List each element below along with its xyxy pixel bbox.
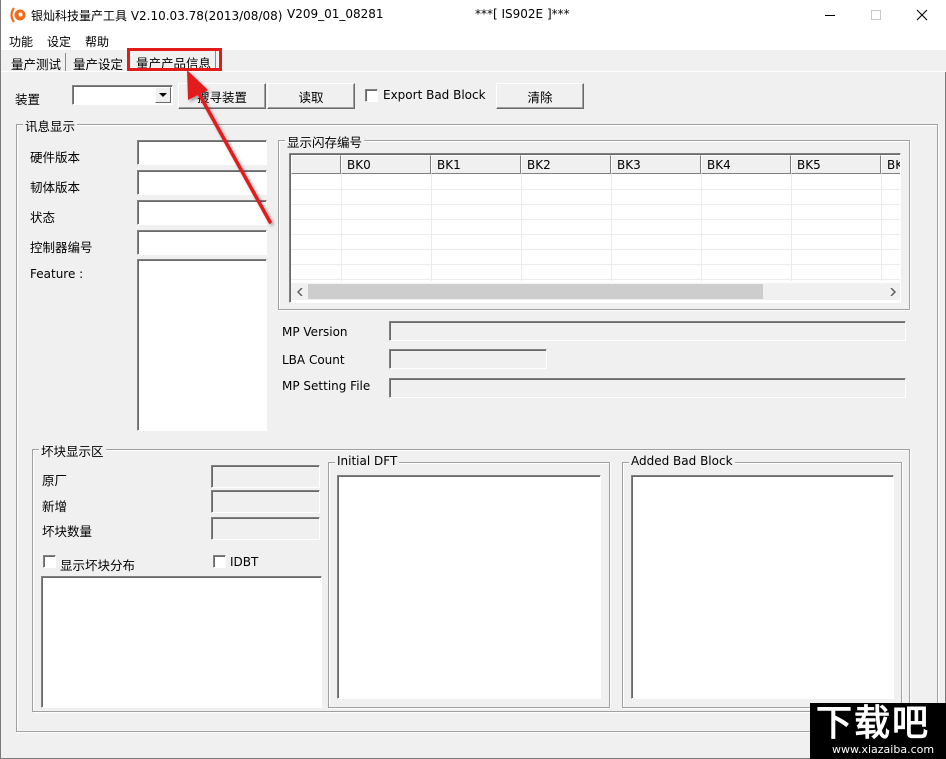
title-bar: 银灿科技量产工具 V2.10.03.78(2013/08/08) V209_01… — [1, 0, 946, 30]
bad-count-label: 坏块数量 — [42, 524, 93, 539]
export-bad-block-label: Export Bad Block — [383, 88, 486, 102]
idbt-checkbox[interactable] — [213, 555, 226, 568]
device-combo[interactable] — [72, 85, 173, 105]
minimize-button[interactable] — [807, 0, 853, 30]
grid-column-line — [341, 174, 342, 281]
clear-button[interactable]: 清除 — [496, 83, 584, 109]
controller-id-label: 控制器编号 — [30, 240, 93, 255]
bad-count-field — [211, 517, 320, 540]
grid-row[interactable] — [291, 265, 900, 280]
grid-column-line — [791, 174, 792, 281]
status-label: 状态 — [30, 210, 56, 225]
initial-dft-list[interactable] — [337, 475, 601, 699]
mp-setting-file-label: MP Setting File — [282, 379, 371, 393]
tab-panel-border — [1, 71, 946, 72]
menu-settings[interactable]: 设定 — [47, 33, 71, 50]
grid-column-line — [521, 174, 522, 281]
export-bad-block-checkbox[interactable] — [365, 89, 378, 102]
lba-count-field — [389, 349, 547, 369]
hardware-version-field[interactable] — [137, 140, 267, 165]
original-bad-label: 原厂 — [42, 473, 68, 488]
grid-row[interactable] — [291, 205, 900, 220]
grid-row[interactable] — [291, 220, 900, 235]
firmware-version-label: 韧体版本 — [30, 180, 81, 195]
flash-id-grid[interactable]: BK0 BK1 BK2 BK3 BK4 BK5 BK — [289, 153, 901, 303]
hardware-version-label: 硬件版本 — [30, 150, 81, 165]
window-title: 银灿科技量产工具 V2.10.03.78(2013/08/08) — [31, 9, 283, 23]
lba-count-label: LBA Count — [282, 353, 345, 367]
close-icon — [916, 9, 928, 21]
menu-help[interactable]: 帮助 — [85, 33, 109, 50]
grid-header-cell[interactable]: BK0 — [341, 155, 431, 174]
grid-header-cell[interactable]: BK1 — [431, 155, 521, 174]
mp-version-field — [389, 321, 906, 341]
grid-header-cell[interactable]: BK2 — [521, 155, 611, 174]
search-device-button[interactable]: 搜寻装置 — [178, 83, 266, 109]
app-window: 银灿科技量产工具 V2.10.03.78(2013/08/08) V209_01… — [0, 0, 946, 759]
flash-id-title: 显示闪存编号 — [285, 132, 365, 151]
new-bad-field — [211, 490, 320, 513]
watermark-logo: 下载吧 — [816, 703, 931, 744]
close-button[interactable] — [899, 0, 945, 30]
scroll-thumb[interactable] — [308, 284, 763, 299]
show-distribution-checkbox[interactable] — [43, 555, 56, 568]
grid-header: BK0 BK1 BK2 BK3 BK4 BK5 BK — [291, 155, 900, 174]
menu-bar: 功能 设定 帮助 — [1, 30, 946, 50]
original-bad-field — [211, 465, 320, 488]
device-tag: ***[ IS902E ]*** — [475, 7, 570, 21]
grid-row[interactable] — [291, 235, 900, 250]
controller-id-field[interactable] — [137, 230, 267, 255]
grid-row[interactable] — [291, 250, 900, 265]
watermark: 下载吧 www.xiazaiba.com — [810, 703, 946, 759]
grid-row[interactable] — [291, 190, 900, 205]
read-button[interactable]: 读取 — [267, 83, 355, 109]
chevron-down-icon — [159, 92, 167, 97]
scroll-left-button[interactable] — [291, 283, 308, 300]
mp-setting-file-field — [389, 378, 906, 398]
scroll-right-button[interactable] — [884, 283, 900, 300]
initial-dft-title: Initial DFT — [335, 454, 400, 468]
maximize-button[interactable] — [853, 0, 899, 30]
version-code: V209_01_08281 — [287, 7, 384, 21]
tab-mp-settings[interactable]: 量产设定 — [69, 53, 129, 72]
idbt-label: IDBT — [230, 555, 259, 569]
added-bad-block-list[interactable] — [631, 475, 894, 699]
chevron-right-icon — [889, 287, 896, 296]
added-bad-block-title: Added Bad Block — [629, 454, 735, 468]
grid-row[interactable] — [291, 175, 900, 190]
tab-highlight-box — [127, 48, 222, 71]
device-label: 装置 — [15, 92, 41, 107]
feature-label: Feature : — [30, 267, 84, 281]
grid-header-cell[interactable]: BK3 — [611, 155, 701, 174]
maximize-icon — [871, 10, 881, 20]
combo-dropdown-button[interactable] — [155, 87, 171, 103]
grid-column-line — [881, 174, 882, 281]
status-field[interactable] — [137, 200, 267, 225]
grid-column-line — [611, 174, 612, 281]
grid-header-cell[interactable] — [291, 155, 341, 174]
watermark-url: www.xiazaiba.com — [832, 743, 935, 756]
bad-block-distribution-box[interactable] — [41, 576, 322, 708]
minimize-icon — [825, 15, 835, 16]
grid-header-cell[interactable]: BK5 — [791, 155, 881, 174]
app-logo-icon — [10, 7, 26, 23]
grid-column-line — [701, 174, 702, 281]
firmware-version-field[interactable] — [137, 170, 267, 195]
grid-horizontal-scrollbar[interactable] — [291, 283, 900, 300]
new-bad-label: 新增 — [42, 499, 68, 514]
tab-mp-test[interactable]: 量产测试 — [7, 53, 67, 72]
info-display-title: 讯息显示 — [23, 116, 78, 135]
grid-header-cell[interactable]: BK4 — [701, 155, 791, 174]
show-distribution-label: 显示坏块分布 — [60, 558, 136, 573]
mp-version-label: MP Version — [282, 325, 348, 339]
chevron-left-icon — [296, 287, 303, 296]
grid-column-line — [431, 174, 432, 281]
feature-textarea[interactable] — [137, 259, 267, 431]
bad-block-title: 坏块显示区 — [39, 441, 106, 460]
menu-function[interactable]: 功能 — [9, 33, 33, 50]
grid-header-cell[interactable]: BK — [881, 155, 900, 174]
